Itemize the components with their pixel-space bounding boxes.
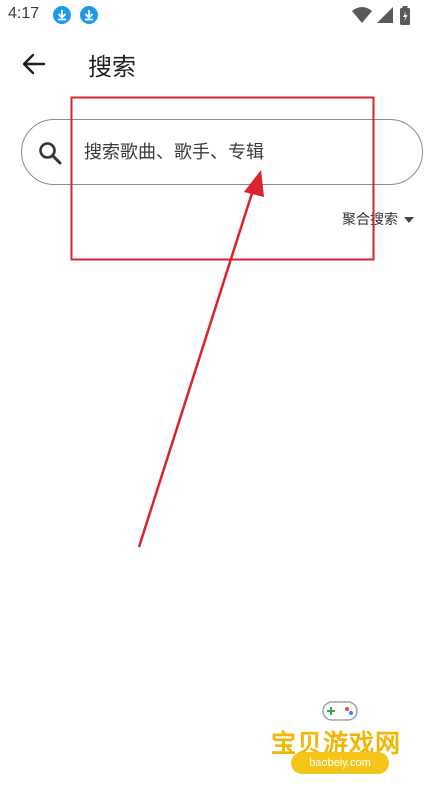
watermark-logo: 宝贝游戏网 baobeiy.com — [266, 694, 416, 784]
annotation-arrow-head — [244, 170, 264, 197]
gamepad-icon — [322, 701, 358, 721]
annotation-overlay — [70, 96, 375, 548]
watermark-url: baobeiy.com — [291, 752, 389, 774]
annotation-arrow-shaft — [137, 189, 255, 548]
annotation-highlight-box — [70, 96, 375, 261]
